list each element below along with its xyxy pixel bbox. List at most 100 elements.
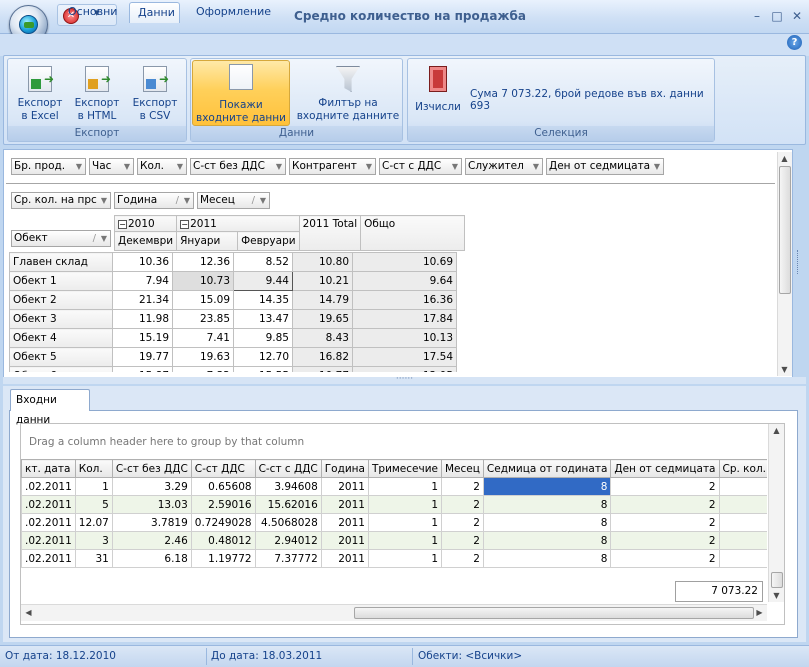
pivot-cell[interactable]: 15.55 xyxy=(233,366,293,372)
pivot-vertical-scrollbar[interactable]: ▲ ▼ xyxy=(777,152,792,376)
table-cell[interactable]: 1 xyxy=(367,531,443,550)
pivot-cell[interactable]: 17.54 xyxy=(352,347,457,367)
pivot-cell[interactable]: 12.05 xyxy=(352,366,457,372)
table-cell[interactable]: 31 xyxy=(74,549,113,568)
tab-osnovni[interactable]: Основни xyxy=(58,2,127,23)
filter-field-chas[interactable]: Час ▼ xyxy=(89,158,134,175)
table-row[interactable]: .02.2011 12.07 3.7819 0.7249028 4.5068028 201… xyxy=(21,513,767,532)
table-cell[interactable]: 8 xyxy=(482,495,612,514)
pivot-cell[interactable]: 16.82 xyxy=(292,347,353,367)
table-cell[interactable]: 2.46 xyxy=(111,531,192,550)
filter-field-sst-bez-dds[interactable]: С-ст без ДДС ▼ xyxy=(190,158,286,175)
column-header[interactable]: Година xyxy=(320,459,369,478)
table-cell[interactable]: .02.2011 xyxy=(21,513,76,532)
filter-field-sst-s-dds[interactable]: С-ст с ДДС ▼ xyxy=(379,158,462,175)
scroll-down-icon[interactable]: ▼ xyxy=(770,589,783,602)
pivot-cell[interactable]: 10.69 xyxy=(352,252,457,272)
table-cell[interactable]: 1 xyxy=(74,477,113,496)
splitter[interactable]: ······ xyxy=(3,375,806,384)
filter-field-kol[interactable]: Кол. ▼ xyxy=(137,158,187,175)
pivot-row-header[interactable]: Главен склад xyxy=(9,252,113,272)
pivot-cell[interactable]: 14.79 xyxy=(292,290,353,310)
column-header[interactable]: Тримесечие xyxy=(367,459,443,478)
table-cell[interactable]: .02.2011 xyxy=(21,495,76,514)
column-header[interactable]: Ср. кол. на прод. xyxy=(718,459,767,478)
pivot-cell[interactable]: 10.36 xyxy=(112,252,173,272)
filter-field-den-ot-sedmicata[interactable]: Ден от седмицата ▼ xyxy=(546,158,664,175)
table-cell[interactable]: 8 xyxy=(482,513,612,532)
table-cell[interactable]: 2 xyxy=(610,477,720,496)
table-cell[interactable]: 1.19772 xyxy=(190,549,256,568)
table-cell[interactable]: 0.7249028 xyxy=(190,513,256,532)
tab-input-data[interactable]: Входни данни xyxy=(10,389,90,426)
column-header[interactable]: кт. дата xyxy=(21,459,76,478)
tab-danni[interactable]: Данни xyxy=(129,2,180,23)
pivot-cell[interactable]: 10.13 xyxy=(352,328,457,348)
table-cell[interactable]: 1 xyxy=(718,477,767,496)
table-cell[interactable]: 2 xyxy=(610,549,720,568)
pivot-cell[interactable]: 19.77 xyxy=(112,347,173,367)
filter-field-kontragent[interactable]: Контрагент ▼ xyxy=(289,158,376,175)
table-cell[interactable]: 6.18 xyxy=(111,549,192,568)
table-cell[interactable]: 2.59016 xyxy=(190,495,256,514)
pivot-row-header[interactable]: Обект 2 xyxy=(9,290,113,310)
table-cell[interactable]: 2 xyxy=(610,531,720,550)
table-cell[interactable]: 1 xyxy=(367,513,443,532)
help-icon[interactable]: ? xyxy=(787,35,802,50)
pivot-cell[interactable]: 23.85 xyxy=(172,309,234,329)
column-field-godina[interactable]: Година / ▼ xyxy=(114,192,194,209)
pivot-cell[interactable]: 15.87 xyxy=(112,366,173,372)
column-header[interactable]: Месец xyxy=(441,459,484,478)
pivot-cell[interactable]: 8.43 xyxy=(292,328,353,348)
group-panel-hint[interactable]: Drag a column header here to group by th… xyxy=(29,436,304,448)
year-header-2010[interactable]: −2010 xyxy=(113,215,178,232)
collapse-icon[interactable]: − xyxy=(180,219,190,229)
pivot-cell[interactable]: 17.84 xyxy=(352,309,457,329)
scroll-right-icon[interactable]: ▶ xyxy=(753,606,766,619)
column-header[interactable]: Кол. xyxy=(74,459,113,478)
pivot-row-header[interactable]: Обект 6 xyxy=(9,366,113,372)
column-field-mesec[interactable]: Месец / ▼ xyxy=(197,192,270,209)
pivot-cell[interactable]: 13.47 xyxy=(233,309,293,329)
table-cell[interactable]: 12.07 xyxy=(74,513,113,532)
pivot-cell[interactable]: 9.64 xyxy=(352,271,457,291)
scroll-thumb[interactable] xyxy=(354,607,754,619)
table-cell[interactable]: 4.5068028 xyxy=(254,513,322,532)
scroll-up-icon[interactable]: ▲ xyxy=(770,424,783,437)
table-cell[interactable]: 3.94608 xyxy=(254,477,322,496)
table-row[interactable]: .02.2011316.181.197727.377722011128231 xyxy=(21,549,767,568)
column-header[interactable]: Седмица от годината xyxy=(482,459,612,478)
calculate-button[interactable]: Изчисли xyxy=(414,63,462,114)
pivot-cell[interactable]: 7.41 xyxy=(172,328,234,348)
pivot-cell[interactable]: 15.09 xyxy=(172,290,234,310)
table-cell[interactable]: 5 xyxy=(718,495,767,514)
collapse-icon[interactable]: − xyxy=(118,219,127,229)
export-html-button[interactable]: ➜ Експорт в HTML xyxy=(71,63,123,123)
filter-input-data-button[interactable]: Филтър на входните данните xyxy=(295,63,401,123)
year-header-2011[interactable]: −2011 xyxy=(176,215,300,232)
table-row[interactable]: .02.2011513.032.5901615.62016201112825 xyxy=(21,495,767,514)
side-grip[interactable] xyxy=(797,250,800,274)
pivot-cell[interactable]: 10.80 xyxy=(292,252,353,272)
table-cell[interactable]: 5 xyxy=(74,495,113,514)
table-cell[interactable]: 2 xyxy=(441,549,484,568)
table-row[interactable]: .02.201113.290.656083.94608201112821 xyxy=(21,477,767,496)
table-cell[interactable]: 1 xyxy=(367,495,443,514)
table-cell[interactable]: 2011 xyxy=(320,477,369,496)
table-cell[interactable]: 2.94012 xyxy=(254,531,322,550)
pivot-cell[interactable]: 21.34 xyxy=(112,290,173,310)
table-cell[interactable]: 2 xyxy=(610,513,720,532)
export-csv-button[interactable]: ➜ Експорт в CSV xyxy=(129,63,181,123)
export-excel-button[interactable]: ➜ Експорт в Excel xyxy=(14,63,66,123)
table-cell[interactable]: 0.65608 xyxy=(190,477,256,496)
table-cell[interactable]: .02.2011 xyxy=(21,531,76,550)
table-cell[interactable]: 2 xyxy=(610,495,720,514)
data-field[interactable]: Ср. кол. на прс ▼ xyxy=(11,192,111,209)
pivot-cell[interactable]: 19.63 xyxy=(172,347,234,367)
table-cell[interactable]: 1 xyxy=(367,549,443,568)
maximize-button[interactable]: □ xyxy=(767,7,787,25)
scroll-thumb[interactable] xyxy=(779,166,791,294)
pivot-cell[interactable]: 12.70 xyxy=(233,347,293,367)
table-cell[interactable]: 2011 xyxy=(320,495,369,514)
pivot-cell[interactable]: 9.85 xyxy=(233,328,293,348)
